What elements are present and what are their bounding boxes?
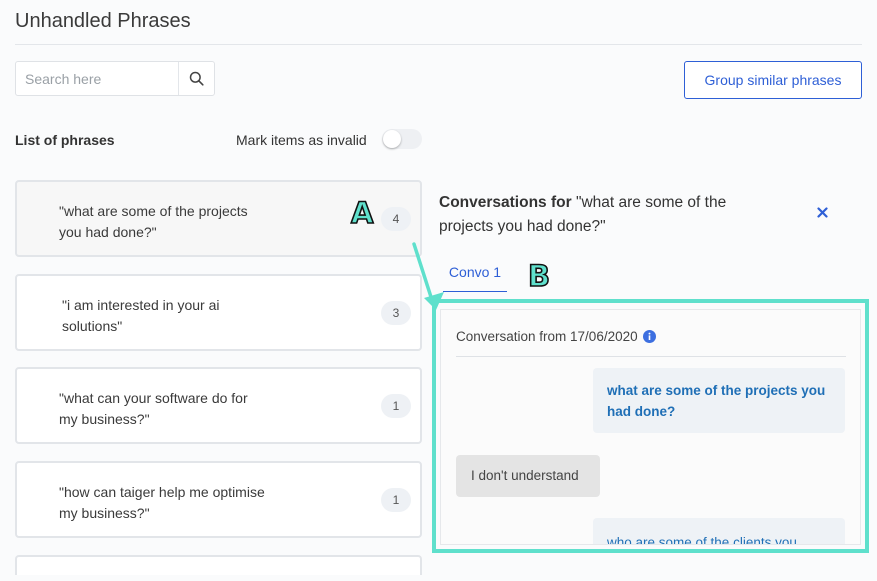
tab-convo-1[interactable]: Convo 1	[443, 264, 507, 292]
list-heading: List of phrases	[15, 132, 115, 148]
phrase-text: "what can your software do for my busine…	[59, 390, 248, 427]
annotation-label-a: A	[350, 195, 374, 231]
phrase-count-badge: 1	[381, 394, 411, 418]
mark-invalid-label: Mark items as invalid	[236, 132, 367, 148]
conversation-title: Conversations for "what are some of the …	[439, 191, 779, 239]
phrase-item[interactable]	[15, 555, 422, 575]
phrase-count-badge: 3	[381, 301, 411, 325]
phrase-item[interactable]: "i am interested in your ai solutions" 3	[15, 274, 422, 351]
bot-message: I don't understand	[456, 455, 600, 497]
phrase-text: "what are some of the projects you had d…	[59, 203, 248, 240]
conversation-title-prefix: Conversations for	[439, 194, 572, 211]
mark-invalid-toggle[interactable]	[382, 129, 422, 149]
user-message: who are some of the clients you	[593, 518, 845, 544]
phrase-item[interactable]: "how can taiger help me optimise my busi…	[15, 461, 422, 538]
phrase-item[interactable]: "what can your software do for my busine…	[15, 367, 422, 444]
group-similar-phrases-button[interactable]: Group similar phrases	[684, 61, 862, 99]
close-icon	[816, 206, 828, 218]
toggle-knob	[383, 130, 401, 148]
conversation-header: Conversation from 17/06/2020	[456, 329, 656, 344]
user-message: what are some of the projects you had do…	[593, 368, 845, 433]
phrase-text: "how can taiger help me optimise my busi…	[59, 484, 265, 521]
page-title: Unhandled Phrases	[15, 10, 191, 32]
phrase-text: "i am interested in your ai solutions"	[62, 297, 220, 334]
conversation-divider	[456, 356, 846, 357]
search-input[interactable]	[16, 62, 178, 95]
search-box	[15, 61, 215, 96]
phrase-count-badge: 1	[381, 488, 411, 512]
annotation-label-b: B	[527, 258, 551, 294]
search-icon	[189, 71, 204, 86]
title-divider	[15, 44, 862, 45]
conversation-panel: Conversation from 17/06/2020 what are so…	[440, 309, 861, 545]
close-conversation-button[interactable]	[813, 203, 831, 221]
search-button[interactable]	[178, 62, 214, 95]
info-icon[interactable]	[642, 330, 656, 343]
conversation-date: Conversation from 17/06/2020	[456, 329, 638, 344]
phrase-count-badge: 4	[381, 207, 411, 231]
